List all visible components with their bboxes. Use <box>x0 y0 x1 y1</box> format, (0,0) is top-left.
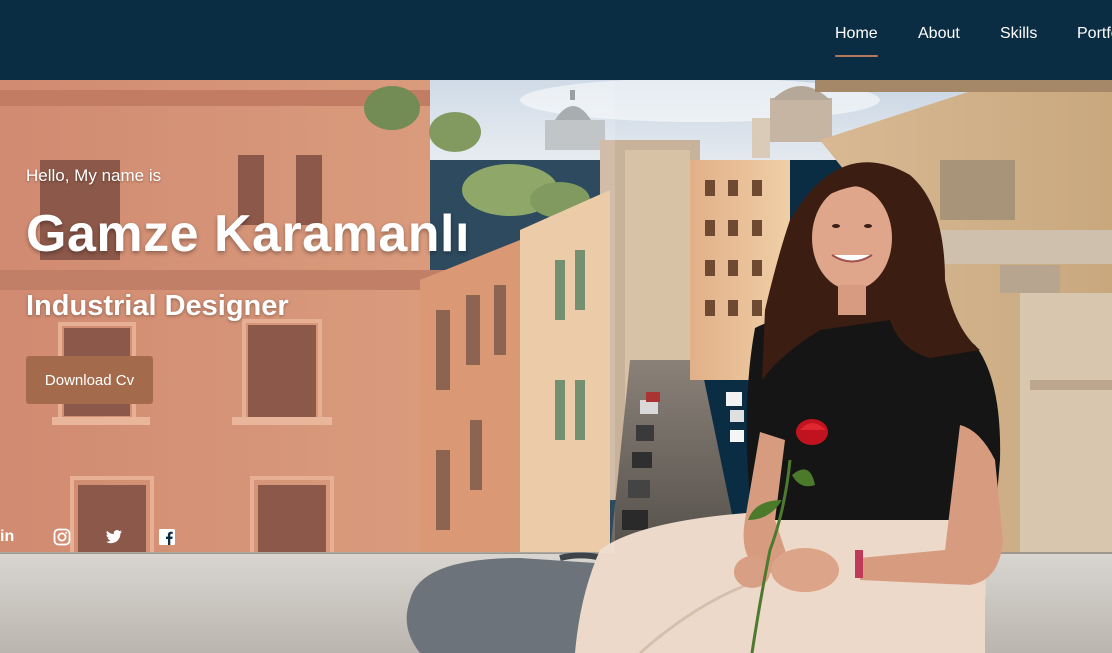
hero-greeting: Hello, My name is <box>26 166 162 185</box>
linkedin-icon[interactable]: in <box>0 528 18 546</box>
instagram-icon[interactable] <box>53 528 71 546</box>
linkedin-glyph: in <box>0 528 15 545</box>
instagram-glyph <box>53 528 71 546</box>
nav-about[interactable]: About <box>918 24 960 44</box>
top-navbar: Home About Skills Portfolio <box>0 0 1112 80</box>
hero-name: Gamze Karamanlı <box>26 205 470 263</box>
hero-section: Hello, My name is Gamze Karamanlı Indust… <box>0 80 1112 653</box>
nav-skills[interactable]: Skills <box>1000 24 1037 44</box>
twitter-icon[interactable] <box>105 528 123 546</box>
nav-home[interactable]: Home <box>835 24 878 57</box>
nav-portfolio[interactable]: Portfolio <box>1077 24 1112 44</box>
facebook-glyph <box>159 529 175 545</box>
twitter-glyph <box>106 530 122 544</box>
facebook-icon[interactable] <box>158 528 176 546</box>
hero-role: Industrial Designer <box>26 290 289 322</box>
download-cv-button[interactable]: Download Cv <box>26 356 153 404</box>
